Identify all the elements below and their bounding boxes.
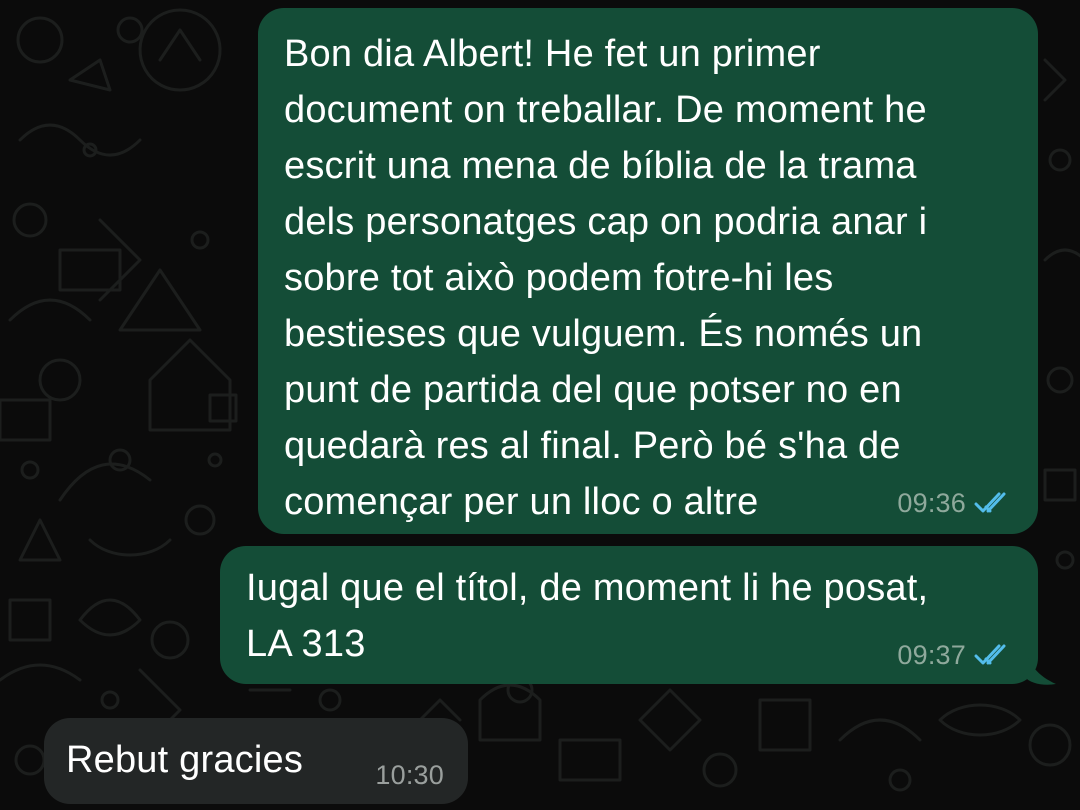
message-time: 10:30 (375, 760, 444, 790)
message-meta: 10:30 (375, 760, 444, 790)
message-bubble-incoming[interactable]: Rebut gracies 10:30 (44, 718, 468, 804)
message-bubble-outgoing[interactable]: Bon dia Albert! He fet un primer documen… (258, 8, 1038, 534)
message-meta: 09:37 (897, 640, 1014, 670)
message-text: Bon dia Albert! He fet un primer documen… (284, 33, 928, 523)
chat-thread: Bon dia Albert! He fet un primer documen… (0, 0, 1080, 810)
double-check-read-icon (974, 644, 1006, 665)
message-time: 09:37 (897, 640, 966, 670)
message-bubble-outgoing[interactable]: Iugal que el títol, de moment li he posa… (220, 546, 1038, 684)
message-time: 09:36 (897, 488, 966, 518)
message-text: Iugal que el títol, de moment li he posa… (246, 567, 929, 665)
bubble-tail-outgoing (1024, 646, 1056, 685)
message-meta: 09:36 (897, 488, 1014, 518)
double-check-read-icon (974, 492, 1006, 513)
